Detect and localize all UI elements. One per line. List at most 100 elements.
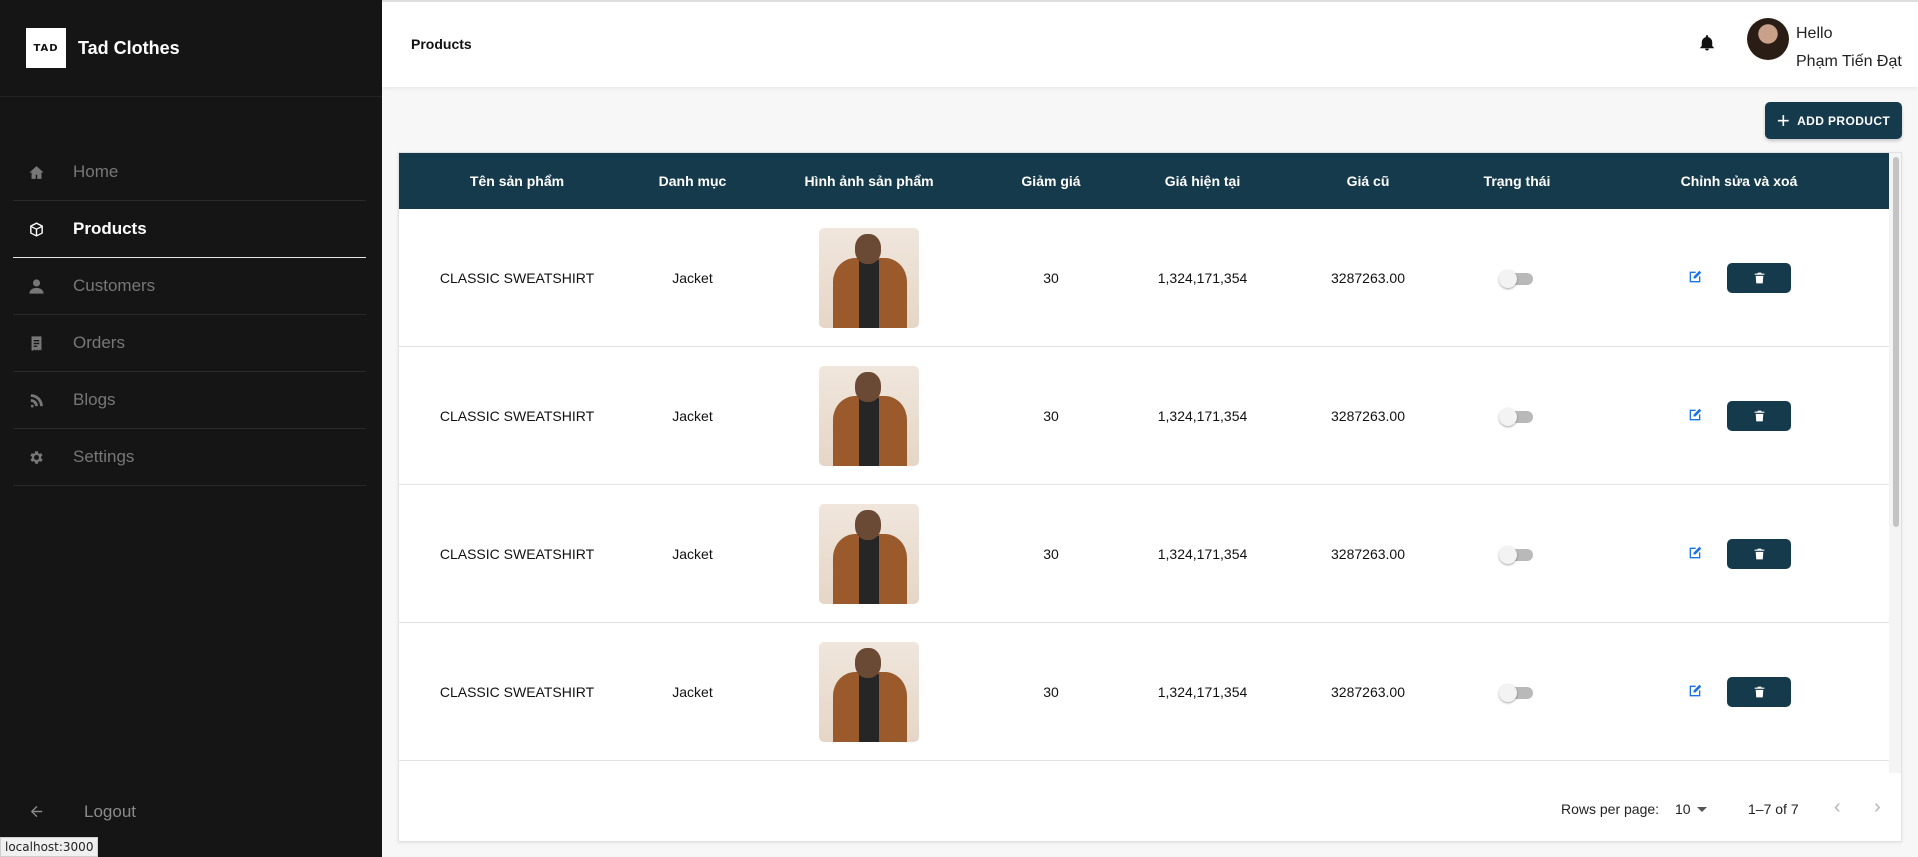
sidebar-item-label: Orders <box>73 333 125 352</box>
logout-label: Logout <box>84 801 136 821</box>
column-header-name[interactable]: Tên sản phẩm <box>399 153 635 209</box>
delete-button[interactable] <box>1727 677 1791 707</box>
plus-icon: + <box>1776 107 1791 133</box>
sidebar-item-blogs[interactable]: Blogs <box>13 372 366 429</box>
column-header-actions[interactable]: Chỉnh sửa và xoá <box>1589 153 1889 209</box>
product-current-price: 1,324,171,354 <box>1157 546 1248 562</box>
cell-product-name: CLASSIC SWEATSHIRT <box>399 623 635 761</box>
sidebar-item-label: Settings <box>73 447 135 466</box>
edit-icon[interactable] <box>1687 683 1705 701</box>
cell-actions <box>1589 623 1889 761</box>
cell-status <box>1445 485 1589 623</box>
rows-per-page-select[interactable]: 10 <box>1675 801 1691 817</box>
cell-image <box>750 209 988 347</box>
sidebar-nav: Home Products Customers Orders Blogs Set… <box>13 144 366 486</box>
product-image[interactable] <box>819 642 919 742</box>
cell-old-price: 3287263.00 <box>1291 347 1445 485</box>
cell-old-price: 3287263.00 <box>1291 623 1445 761</box>
cell-discount: 30 <box>988 347 1114 485</box>
product-image[interactable] <box>819 366 919 466</box>
column-header-old-price[interactable]: Giá cũ <box>1291 153 1445 209</box>
product-category: Jacket <box>672 546 713 562</box>
product-image[interactable] <box>819 228 919 328</box>
cell-image <box>750 623 988 761</box>
status-toggle[interactable] <box>1499 270 1535 288</box>
chevron-right-icon[interactable]: › <box>1874 797 1890 817</box>
product-image[interactable] <box>819 504 919 604</box>
cell-actions <box>1589 347 1889 485</box>
trash-icon <box>1754 272 1764 284</box>
cell-actions <box>1589 485 1889 623</box>
cell-category: Jacket <box>635 485 750 623</box>
column-header-current-price[interactable]: Giá hiện tại <box>1114 153 1291 209</box>
sidebar-item-label: Products <box>73 219 147 238</box>
bell-icon[interactable] <box>1698 34 1716 52</box>
status-bar-url: localhost:3000 <box>0 837 99 857</box>
product-discount: 30 <box>1043 546 1059 562</box>
sidebar-item-label: Customers <box>73 276 156 295</box>
add-product-button[interactable]: + ADD PRODUCT <box>1765 102 1902 139</box>
column-header-discount[interactable]: Giảm giá <box>988 153 1114 209</box>
brand-logo: TAD <box>26 28 66 68</box>
cell-category: Jacket <box>635 209 750 347</box>
blog-icon <box>26 390 46 410</box>
edit-icon[interactable] <box>1687 407 1705 425</box>
product-current-price: 1,324,171,354 <box>1157 270 1248 286</box>
delete-button[interactable] <box>1727 539 1791 569</box>
column-header-category[interactable]: Danh mục <box>635 153 750 209</box>
arrow-left-icon <box>26 802 46 822</box>
avatar[interactable] <box>1747 18 1789 60</box>
home-icon <box>26 162 46 182</box>
edit-icon[interactable] <box>1687 269 1705 287</box>
table-row: CLASSIC SWEATSHIRT Jacket 30 1,324,171,354 3… <box>399 485 1889 623</box>
column-header-image[interactable]: Hình ảnh sản phẩm <box>750 153 988 209</box>
product-old-price: 3287263.00 <box>1331 270 1405 286</box>
sidebar-item-products[interactable]: Products <box>13 201 366 258</box>
cell-old-price: 3287263.00 <box>1291 209 1445 347</box>
delete-button[interactable] <box>1727 263 1791 293</box>
logout-button[interactable]: Logout <box>13 783 366 840</box>
sidebar-item-settings[interactable]: Settings <box>13 429 366 486</box>
product-category: Jacket <box>672 270 713 286</box>
cell-image <box>750 485 988 623</box>
sidebar-item-customers[interactable]: Customers <box>13 258 366 315</box>
sidebar-item-orders[interactable]: Orders <box>13 315 366 372</box>
cell-current-price: 1,324,171,354 <box>1114 209 1291 347</box>
pagination: Rows per page: 10 1–7 of 7 ‹ › <box>399 773 1901 841</box>
column-header-status[interactable]: Trạng thái <box>1445 153 1589 209</box>
table-header: Tên sản phẩm Danh mục Hình ảnh sản phẩm … <box>399 153 1889 209</box>
delete-button[interactable] <box>1727 401 1791 431</box>
edit-icon[interactable] <box>1687 545 1705 563</box>
product-name: CLASSIC SWEATSHIRT <box>439 684 595 700</box>
cell-current-price: 1,324,171,354 <box>1114 347 1291 485</box>
cell-current-price: 1,324,171,354 <box>1114 485 1291 623</box>
brand-name: Tad Clothes <box>78 37 180 58</box>
product-category: Jacket <box>672 684 713 700</box>
sidebar: TAD Tad Clothes Home Products Customers <box>0 0 382 857</box>
pagination-range: 1–7 of 7 <box>1748 801 1799 817</box>
box-icon <box>26 219 46 239</box>
product-name: CLASSIC SWEATSHIRT <box>439 546 595 562</box>
cell-discount: 30 <box>988 623 1114 761</box>
cell-status <box>1445 347 1589 485</box>
cell-product-name: CLASSIC SWEATSHIRT <box>399 485 635 623</box>
status-toggle[interactable] <box>1499 684 1535 702</box>
trash-icon <box>1754 548 1764 560</box>
trash-icon <box>1754 686 1764 698</box>
scrollbar-thumb[interactable] <box>1893 157 1899 527</box>
status-toggle[interactable] <box>1499 546 1535 564</box>
sidebar-item-label: Home <box>73 162 119 181</box>
sidebar-item-home[interactable]: Home <box>13 144 366 201</box>
cell-current-price: 1,324,171,354 <box>1114 623 1291 761</box>
brand[interactable]: TAD Tad Clothes <box>0 0 382 97</box>
cell-status <box>1445 623 1589 761</box>
chevron-down-icon[interactable] <box>1697 807 1707 812</box>
cell-product-name: CLASSIC SWEATSHIRT <box>399 209 635 347</box>
product-old-price: 3287263.00 <box>1331 408 1405 424</box>
chevron-left-icon[interactable]: ‹ <box>1834 797 1850 817</box>
status-toggle[interactable] <box>1499 408 1535 426</box>
receipt-icon <box>26 333 46 353</box>
product-old-price: 3287263.00 <box>1331 546 1405 562</box>
trash-icon <box>1754 410 1764 422</box>
user-greeting[interactable]: Hello Phạm Tiến Đạt <box>1796 20 1902 76</box>
